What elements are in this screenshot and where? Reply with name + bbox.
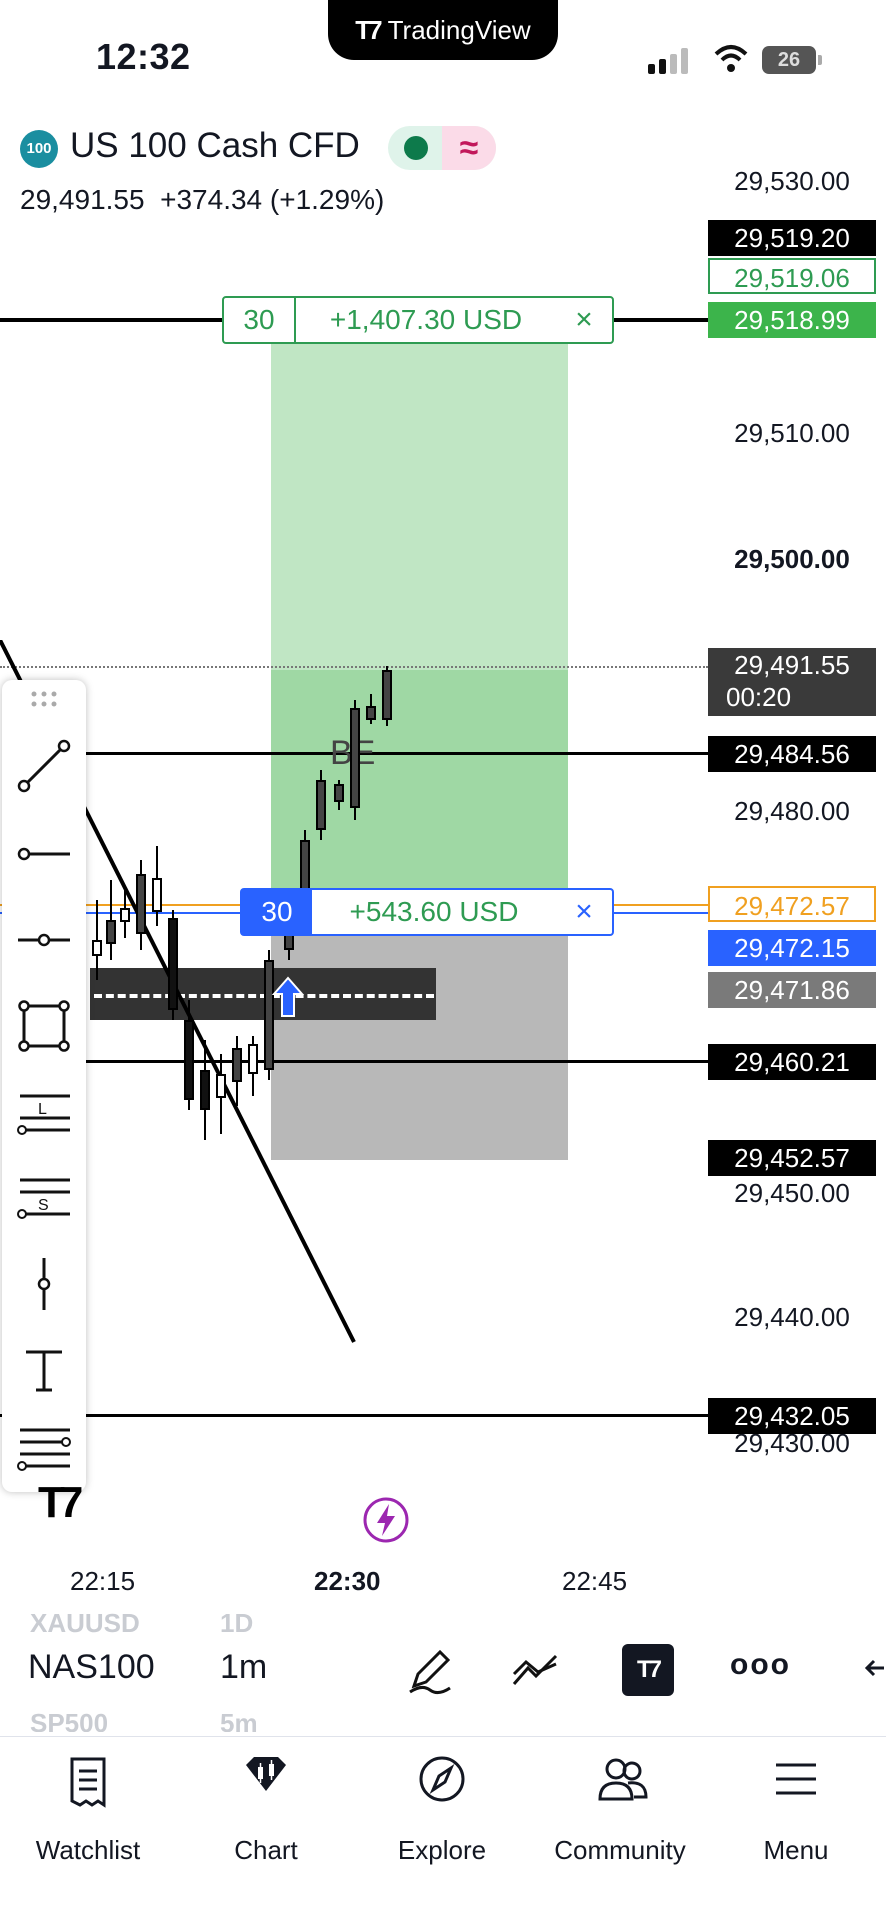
price-label-entry-blue: 29,472.15 — [708, 930, 876, 966]
candle — [120, 888, 130, 938]
open-position-tag[interactable]: 30 +543.60 USD × — [240, 888, 614, 936]
text-tool-icon[interactable] — [16, 1342, 72, 1398]
arrow-left-icon[interactable] — [864, 1656, 886, 1680]
watermark-logo-icon: T7 — [38, 1478, 83, 1527]
time-tick: 22:15 — [70, 1566, 136, 1596]
menu-icon — [776, 1763, 816, 1795]
price-label-entry-gray: 29,471.86 — [708, 972, 876, 1008]
candle — [382, 666, 392, 726]
market-status[interactable]: ≈ — [388, 126, 496, 170]
tradingview-logo-icon: T7 — [355, 14, 382, 45]
long-position-tool-icon[interactable]: L — [16, 1084, 72, 1140]
profit-zone — [271, 300, 568, 670]
drawing-toolbar: L S — [2, 680, 86, 1492]
market-open-icon — [404, 136, 428, 160]
next-interval[interactable]: 5m — [220, 1708, 258, 1732]
axis-tick: 29,510.00 — [734, 418, 850, 448]
explore-icon — [419, 1756, 465, 1802]
more-button[interactable]: ooo — [730, 1648, 791, 1682]
candle — [248, 1036, 258, 1096]
next-symbol[interactable]: SP500 — [30, 1708, 108, 1732]
signal-icon — [648, 48, 688, 74]
position-qty: 30 — [242, 890, 312, 934]
bar-countdown: 00:20 — [726, 682, 792, 712]
candle — [92, 900, 102, 980]
nav-label: Community — [554, 1835, 686, 1865]
more-tools-icon[interactable] — [16, 1420, 72, 1476]
svg-text:L: L — [38, 1101, 47, 1118]
candle — [184, 1000, 194, 1110]
position-close-button[interactable]: × — [556, 895, 612, 929]
battery-icon: 26 — [762, 46, 822, 74]
tp-pl: +1,407.30 USD — [329, 304, 523, 335]
candle — [168, 910, 178, 1020]
axis-tick: 29,440.00 — [734, 1302, 850, 1332]
drawing-pen-icon[interactable] — [404, 1644, 456, 1696]
axis-tick: 29,450.00 — [734, 1178, 850, 1208]
symbol-selector[interactable]: NAS100 — [28, 1648, 155, 1687]
community-icon — [598, 1758, 648, 1801]
chart-icon — [246, 1757, 286, 1791]
candle — [316, 770, 326, 840]
tradingview-pill: T7 TradingView — [328, 0, 558, 60]
symbol-title[interactable]: US 100 Cash CFD — [70, 126, 360, 166]
price-label-entry-orange: 29,472.57 — [708, 886, 876, 922]
tradingview-logo-icon: T7 — [636, 1656, 662, 1683]
candle — [200, 1040, 210, 1140]
axis-tick: 29,530.00 — [734, 166, 850, 196]
price-label-stop: 29,452.57 — [708, 1140, 876, 1176]
price-label-support: 29,460.21 — [708, 1044, 876, 1080]
drag-handle-icon[interactable] — [16, 686, 72, 716]
time-tick: 22:45 — [562, 1566, 628, 1596]
price-label-high: 29,519.20 — [708, 220, 876, 256]
prev-symbol[interactable]: XAUUSD — [30, 1608, 140, 1634]
symbol-badge[interactable]: 100 — [20, 130, 58, 168]
nav-label: Watchlist — [35, 1835, 141, 1865]
price-label-low: 29,432.05 — [708, 1398, 876, 1434]
rectangle-tool-icon[interactable] — [16, 998, 72, 1054]
entry-arrow-icon[interactable] — [270, 976, 306, 1020]
vertical-line-tool-icon[interactable] — [16, 1256, 72, 1312]
short-position-tool-icon[interactable]: S — [16, 1170, 72, 1226]
svg-text:S: S — [38, 1197, 49, 1214]
indicators-icon[interactable] — [510, 1644, 562, 1696]
tp-close-button[interactable]: × — [556, 303, 612, 337]
price-label-be: 29,484.56 — [708, 736, 876, 772]
bottom-nav: Watchlist Chart Explore Community Menu — [0, 1736, 886, 1921]
prev-interval[interactable]: 1D — [220, 1608, 253, 1634]
status-time: 12:32 — [96, 36, 191, 77]
nav-label: Chart — [234, 1835, 298, 1865]
tp-qty: 30 — [224, 298, 296, 342]
pill-label: TradingView — [387, 14, 531, 45]
axis-tick: 29,480.00 — [734, 796, 850, 826]
candle — [334, 780, 344, 810]
delayed-data-icon: ≈ — [442, 126, 496, 170]
nav-label: Explore — [397, 1835, 487, 1865]
price-label-tp-outline: 29,519.06 — [708, 258, 876, 294]
watchlist-icon — [70, 1757, 106, 1808]
wifi-icon — [714, 45, 748, 72]
candle — [136, 860, 146, 950]
low-line — [0, 1414, 708, 1417]
candle — [216, 1054, 226, 1134]
candle — [232, 1036, 242, 1106]
current-price-value: 29,491.55 — [734, 650, 850, 680]
position-pl: +543.60 USD — [349, 896, 519, 927]
candle — [106, 880, 116, 960]
current-price-label: 29,491.55 00:20 — [708, 648, 876, 716]
price-label-tp: 29,518.99 — [708, 302, 876, 338]
candle — [350, 700, 360, 820]
tradingview-button[interactable]: T7 — [622, 1644, 674, 1696]
horizontal-line-tool-icon[interactable] — [16, 912, 72, 968]
tp-position-tag[interactable]: 30 +1,407.30 USD × — [222, 296, 614, 344]
candle — [152, 846, 162, 926]
candle — [366, 694, 376, 724]
nav-label: Menu — [763, 1835, 829, 1865]
interval-selector[interactable]: 1m — [220, 1648, 267, 1687]
trendline-tool-icon[interactable] — [16, 738, 72, 794]
time-tick: 22:30 — [314, 1566, 381, 1596]
flash-icon[interactable] — [362, 1496, 410, 1544]
axis-tick: 29,500.00 — [734, 544, 850, 574]
horizontal-ray-tool-icon[interactable] — [16, 826, 72, 882]
